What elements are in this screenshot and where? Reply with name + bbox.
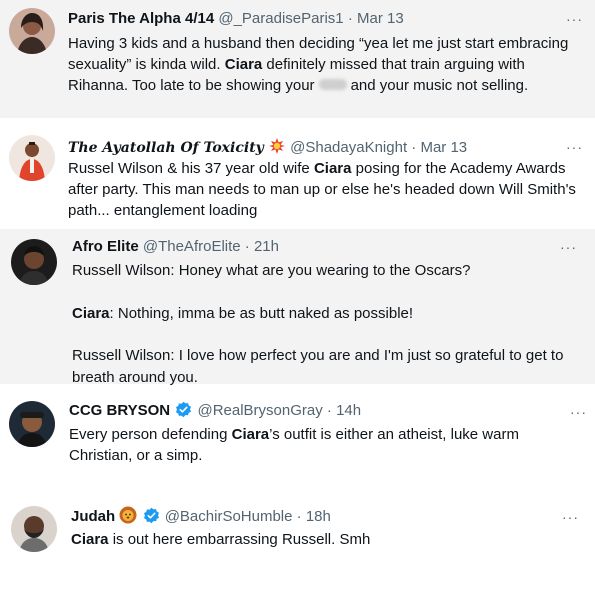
avatar[interactable]	[9, 8, 55, 54]
more-options-icon[interactable]: ···	[566, 12, 583, 26]
mention-bold: Ciara	[224, 56, 263, 73]
tweet-card[interactable]: Paris The Alpha 4/14 @_ParadiseParis1 · …	[0, 0, 595, 118]
display-name[interactable]: Afro Elite	[72, 238, 139, 255]
timestamp[interactable]: 14h	[336, 402, 361, 419]
display-name[interactable]: Judah	[71, 508, 115, 525]
more-options-icon[interactable]: ···	[570, 405, 587, 419]
tweet-header: Paris The Alpha 4/14 @_ParadiseParis1 · …	[68, 9, 404, 29]
timestamp[interactable]: Mar 13	[420, 139, 467, 156]
separator: ·	[411, 139, 417, 156]
display-name[interactable]: The Ayatollah Of Toxicity	[68, 140, 264, 156]
tweet-header: Judah @BachirSoHumble · 18h	[71, 506, 331, 527]
display-name[interactable]: Paris The Alpha 4/14	[68, 10, 214, 27]
censored-word	[318, 79, 347, 90]
tweet-text: Every person defending Ciara’s outfit is…	[69, 426, 519, 464]
display-name[interactable]: CCG BRYSON	[69, 402, 170, 419]
more-options-icon[interactable]: ···	[560, 240, 577, 254]
separator: ·	[296, 508, 302, 525]
verified-badge-icon	[143, 507, 160, 524]
timestamp[interactable]: Mar 13	[357, 10, 404, 27]
tweet-text: Russell Wilson: Honey what are you weari…	[72, 262, 564, 386]
avatar[interactable]	[11, 239, 57, 285]
mention-bold: Ciara	[313, 160, 352, 177]
tweet-text: Ciara is out here embarrassing Russell. …	[71, 531, 371, 548]
tweet-header: CCG BRYSON @RealBrysonGray · 14h	[69, 401, 361, 421]
separator: ·	[347, 10, 353, 27]
tweet-card[interactable]: Judah @BachirSoHumble · 18h ··· Ciara is…	[0, 500, 595, 595]
separator: ·	[244, 238, 250, 255]
fire-emoji-icon	[268, 137, 286, 155]
avatar[interactable]	[9, 401, 55, 447]
avatar[interactable]	[9, 135, 55, 181]
tweet-header: The Ayatollah Of Toxicity @ShadayaKnight…	[68, 137, 467, 158]
lion-emoji-icon	[119, 506, 137, 524]
tweet-text: Russel Wilson & his 37 year old wife Cia…	[68, 160, 576, 219]
separator: ·	[326, 402, 332, 419]
mention-bold: Ciara	[231, 426, 270, 443]
more-options-icon[interactable]: ···	[562, 510, 579, 524]
mention-bold: Ciara	[71, 531, 109, 548]
tweet-card[interactable]: CCG BRYSON @RealBrysonGray · 14h ··· Eve…	[0, 395, 595, 475]
user-handle[interactable]: @BachirSoHumble	[165, 508, 293, 525]
tweet-card[interactable]: The Ayatollah Of Toxicity @ShadayaKnight…	[0, 130, 595, 226]
user-handle[interactable]: @RealBrysonGray	[197, 402, 322, 419]
user-handle[interactable]: @ShadayaKnight	[290, 139, 407, 156]
tweet-header: Afro Elite @TheAfroElite · 21h	[72, 237, 279, 257]
timestamp[interactable]: 18h	[306, 508, 331, 525]
user-handle[interactable]: @TheAfroElite	[143, 238, 241, 255]
more-options-icon[interactable]: ···	[566, 140, 583, 154]
timestamp[interactable]: 21h	[254, 238, 279, 255]
mention-bold: Ciara	[72, 304, 110, 322]
verified-badge-icon	[175, 401, 192, 418]
tweet-card[interactable]: Afro Elite @TheAfroElite · 21h ··· Russe…	[0, 229, 595, 386]
user-handle[interactable]: @_ParadiseParis1	[218, 10, 343, 27]
tweet-text: Having 3 kids and a husband then decidin…	[68, 35, 569, 94]
avatar[interactable]	[11, 506, 57, 552]
